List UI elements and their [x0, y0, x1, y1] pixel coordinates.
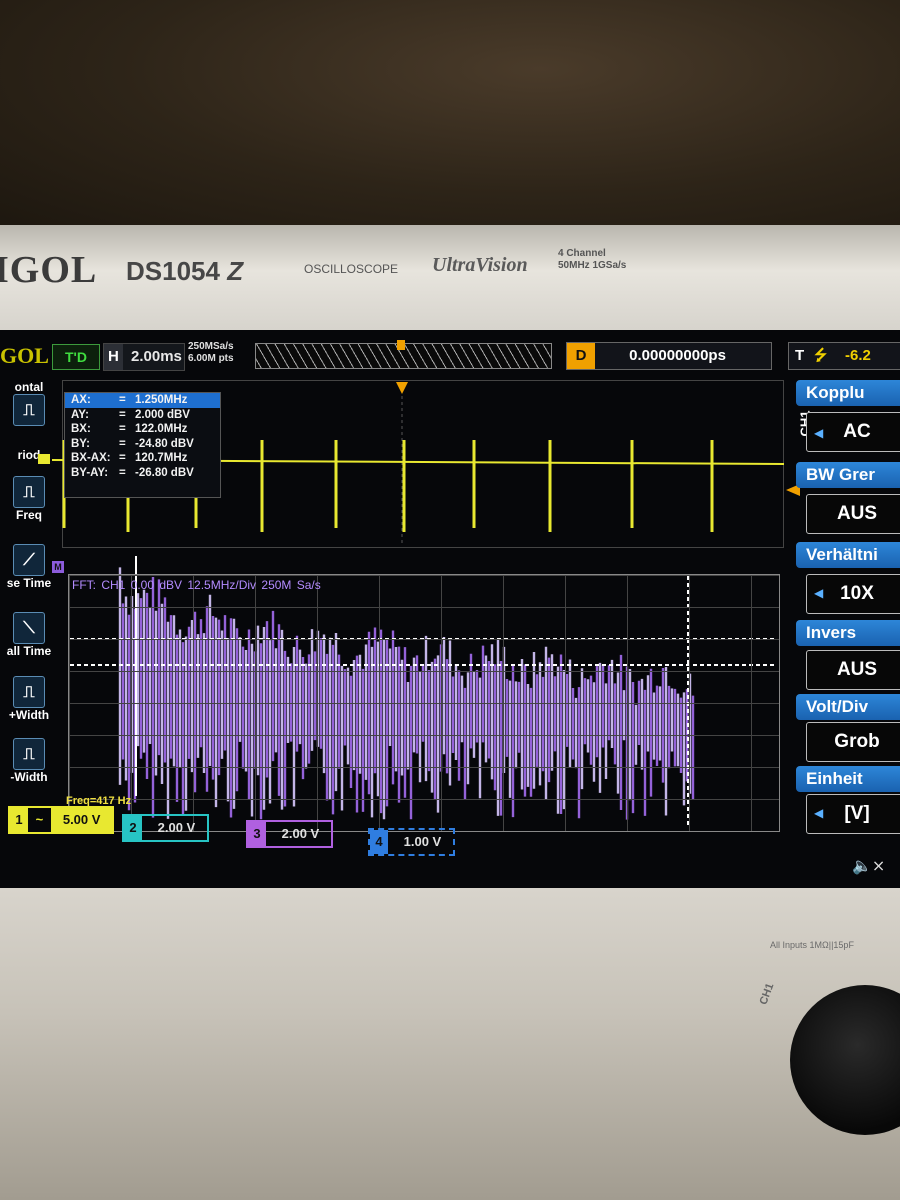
arrow-left-icon: ◀ — [814, 586, 824, 600]
cursor-value: -26.80 dBV — [135, 466, 194, 479]
channel-number: 4 — [370, 830, 388, 854]
cursor-label: AY: — [71, 408, 89, 421]
invert-select[interactable]: AUS — [806, 650, 900, 690]
ch1-offset-marker — [38, 454, 50, 464]
channel-scale: 1.00 V — [403, 834, 442, 849]
channel-number: 1 — [10, 808, 28, 832]
menu-title-coupling: Kopplu — [796, 380, 900, 406]
menu-title-bw-limit: BW Grer — [796, 462, 900, 488]
menu-value: AUS — [836, 503, 878, 524]
channel-menu: Kopplu AC ◀ BW Grer AUS Verhältni 10X ◀ … — [790, 376, 900, 846]
cursor-row-ax: AX: = 1.250MHz — [65, 393, 220, 408]
menu-value: Grob — [834, 731, 880, 752]
channel-number: 2 — [124, 816, 142, 840]
cursor-label: BY-AY: — [71, 466, 109, 479]
menu-title-volt-div: Volt/Div — [796, 694, 900, 720]
cursor-value: 1.250MHz — [135, 394, 188, 406]
math-marker: M — [52, 561, 64, 573]
cursor-label: BX: — [71, 423, 91, 435]
cursor-readout: AX: = 1.250MHz AY: = 2.000 dBV BX: = 122.0MHz … — [64, 392, 221, 498]
channel-scale: 2.00 V — [281, 826, 320, 841]
channel-1-badge[interactable]: 1 ~ 5.00 V — [8, 806, 115, 834]
trigger-marker-icon — [396, 382, 408, 394]
fft-grid[interactable] — [68, 574, 780, 832]
speaker-mute-icon[interactable]: 🔈× — [852, 856, 885, 875]
cursor-row-bx: BX: = 122.0MHz — [71, 423, 188, 435]
inputs-label: All Inputs 1MΩ||15pF — [770, 940, 854, 950]
arrow-left-icon: ◀ — [814, 806, 824, 820]
bw-limit-select[interactable]: AUS — [806, 494, 900, 534]
coupling-icon: ~ — [35, 812, 44, 827]
channel-number: 3 — [248, 822, 266, 846]
cursor-value: 2.000 dBV — [135, 408, 190, 421]
arrow-left-icon: ◀ — [814, 426, 824, 440]
cursor-row-bx-ax: BX-AX: = 120.7MHz — [71, 452, 188, 464]
menu-value: AC — [843, 421, 871, 442]
menu-title-probe-ratio: Verhältni — [796, 542, 900, 568]
instrument-body — [0, 888, 900, 1200]
channel-scale: 5.00 V — [50, 808, 113, 832]
menu-title-invert: Invers — [796, 620, 900, 646]
channel-scale: 2.00 V — [157, 820, 196, 835]
menu-value: AUS — [836, 659, 878, 680]
channel-3-badge[interactable]: 3 2.00 V — [246, 820, 334, 848]
menu-title-unit: Einheit — [796, 766, 900, 792]
channel-2-badge[interactable]: 2 2.00 V — [122, 814, 210, 842]
menu-value: 10X — [840, 583, 874, 604]
cursor-row-ay: AY: = 2.000 dBV — [71, 408, 190, 421]
channel-4-badge[interactable]: 4 1.00 V — [368, 828, 456, 856]
cursor-row-by-ay: BY-AY: = -26.80 dBV — [71, 466, 194, 479]
volt-div-select[interactable]: Grob — [806, 722, 900, 762]
cursor-label: AX: — [71, 394, 91, 406]
cursor-value: 120.7MHz — [135, 452, 188, 464]
cursor-value: 122.0MHz — [135, 423, 188, 435]
cursor-value: -24.80 dBV — [135, 437, 194, 450]
cursor-label: BX-AX: — [71, 452, 111, 464]
menu-value: [V] — [844, 803, 870, 824]
fft-label: FFT: CH1 0.00 dBV 12.5MHz/Div 250M Sa/s — [72, 578, 321, 592]
cursor-row-by: BY: = -24.80 dBV — [71, 437, 194, 450]
channel-bar: 1 ~ 5.00 V 2 2.00 V 3 2.00 V 4 1.00 V — [4, 802, 564, 856]
cursor-label: BY: — [71, 437, 90, 450]
